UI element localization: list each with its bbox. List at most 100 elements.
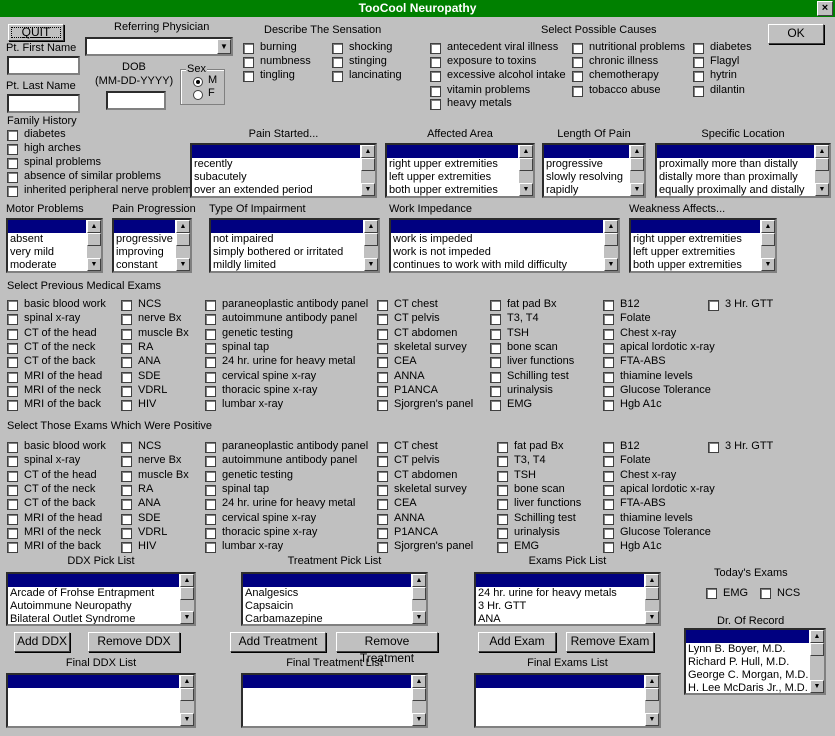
- prev-exam-2-6-checkbox[interactable]: [205, 385, 216, 397]
- last-name-input[interactable]: [7, 94, 80, 113]
- scroll-up-icon[interactable]: ▲: [361, 145, 375, 158]
- pos-exam-2-2-checkbox[interactable]: [205, 470, 216, 482]
- scroll-thumb[interactable]: [604, 233, 618, 246]
- list-item[interactable]: left upper extremities: [387, 171, 518, 184]
- selected-row[interactable]: [686, 630, 809, 643]
- scroll-thumb[interactable]: [645, 688, 659, 701]
- list-item[interactable]: progressive: [114, 233, 175, 246]
- todays-emg-checkbox[interactable]: [706, 588, 717, 599]
- family-3-checkbox[interactable]: [7, 172, 18, 183]
- pos-exam-4-7-checkbox[interactable]: [497, 542, 508, 554]
- prev-exam-0-6-checkbox[interactable]: [7, 385, 18, 397]
- list-item[interactable]: work is impeded: [391, 233, 603, 246]
- selected-row[interactable]: [476, 675, 644, 688]
- list-item[interactable]: Bilateral Outlet Syndrome: [8, 613, 179, 624]
- family-0-checkbox[interactable]: [7, 130, 18, 141]
- prev-exam-5-6-checkbox[interactable]: [603, 385, 614, 397]
- pos-exam-3-0-checkbox[interactable]: [377, 442, 388, 453]
- selected-row[interactable]: [387, 145, 518, 158]
- pos-exam-1-5-checkbox[interactable]: [121, 513, 132, 525]
- prev-exam-0-1-checkbox[interactable]: [7, 314, 18, 326]
- list-item[interactable]: absent: [8, 233, 86, 246]
- final-0-list[interactable]: ▲ ▼: [6, 673, 196, 728]
- prev-exam-1-5-checkbox[interactable]: [121, 371, 132, 383]
- prev-exam-2-1-checkbox[interactable]: [205, 314, 216, 326]
- scroll-up-icon[interactable]: ▲: [761, 220, 775, 233]
- selected-row[interactable]: [114, 220, 175, 233]
- family-4-checkbox[interactable]: [7, 186, 18, 197]
- list-item[interactable]: continues to work with mild difficulty: [391, 259, 603, 271]
- pos-exam-0-2-checkbox[interactable]: [7, 470, 18, 482]
- pick-1-list[interactable]: Analgesics Capsaicin Carbamazepine ▲ ▼: [241, 572, 428, 626]
- scroll-down-icon[interactable]: ▼: [412, 713, 426, 726]
- prev-exam-0-2-checkbox[interactable]: [7, 328, 18, 340]
- pos-exam-4-4-checkbox[interactable]: [497, 499, 508, 511]
- selected-row[interactable]: [8, 675, 179, 688]
- list-item[interactable]: constant: [114, 259, 175, 271]
- selected-row[interactable]: [631, 220, 760, 233]
- pos-exam-5-0-checkbox[interactable]: [603, 442, 614, 453]
- list-item[interactable]: Capsaicin: [243, 600, 411, 613]
- scrollbar[interactable]: ▲ ▼: [604, 220, 618, 271]
- family-1-checkbox[interactable]: [7, 144, 18, 155]
- scroll-thumb[interactable]: [519, 158, 533, 171]
- prev-exam-1-6-checkbox[interactable]: [121, 385, 132, 397]
- sensation-1-checkbox[interactable]: [243, 57, 254, 68]
- pos-exam-4-2-checkbox[interactable]: [497, 470, 508, 482]
- prev-exam-3-4-checkbox[interactable]: [377, 357, 388, 369]
- prev-exam-1-0-checkbox[interactable]: [121, 300, 132, 311]
- selected-row[interactable]: [211, 220, 363, 233]
- add-exam-button[interactable]: Add Exam: [478, 632, 556, 652]
- pos-exam-1-0-checkbox[interactable]: [121, 442, 132, 453]
- prev-exam-3-7-checkbox[interactable]: [377, 400, 388, 412]
- list-item[interactable]: improving: [114, 246, 175, 259]
- list-item[interactable]: left upper extremities: [631, 246, 760, 259]
- list-item[interactable]: Richard P. Hull, M.D.: [686, 656, 809, 669]
- prev-exam-2-7-checkbox[interactable]: [205, 400, 216, 412]
- prev-exam-4-4-checkbox[interactable]: [490, 357, 501, 369]
- prev-exam-5-2-checkbox[interactable]: [603, 328, 614, 340]
- scroll-up-icon[interactable]: ▲: [604, 220, 618, 233]
- sensation-2-checkbox[interactable]: [243, 71, 254, 82]
- prev-exam-3-5-checkbox[interactable]: [377, 371, 388, 383]
- scroll-thumb[interactable]: [761, 233, 775, 246]
- list-item[interactable]: simply bothered or irritated: [211, 246, 363, 259]
- prev-exam-0-7-checkbox[interactable]: [7, 400, 18, 412]
- pos-exam-3-3-checkbox[interactable]: [377, 484, 388, 496]
- prev-exam-5-5-checkbox[interactable]: [603, 371, 614, 383]
- prev-exam-2-2-checkbox[interactable]: [205, 328, 216, 340]
- cause-5-checkbox[interactable]: [572, 43, 583, 54]
- prev-exam-1-4-checkbox[interactable]: [121, 357, 132, 369]
- scroll-down-icon[interactable]: ▼: [630, 183, 644, 196]
- list-item[interactable]: right upper extremities: [631, 233, 760, 246]
- scrollbar[interactable]: ▲ ▼: [645, 574, 659, 624]
- pos-exam-1-3-checkbox[interactable]: [121, 484, 132, 496]
- list-item[interactable]: progressive: [544, 158, 629, 171]
- pick-2-list[interactable]: 24 hr. urine for heavy metals 3 Hr. GTT AN…: [474, 572, 661, 626]
- scroll-thumb[interactable]: [412, 587, 426, 600]
- scrollbar[interactable]: ▲ ▼: [412, 574, 426, 624]
- pos-exam-2-5-checkbox[interactable]: [205, 513, 216, 525]
- prev-exam-4-7-checkbox[interactable]: [490, 400, 501, 412]
- add-ddx-button[interactable]: Add DDX: [14, 632, 70, 652]
- scroll-thumb[interactable]: [645, 587, 659, 600]
- scroll-thumb[interactable]: [815, 158, 829, 171]
- list1-3-list[interactable]: proximally more than distally distally mo…: [655, 143, 831, 198]
- close-button[interactable]: ×: [817, 1, 833, 16]
- scroll-up-icon[interactable]: ▲: [645, 574, 659, 587]
- sensation-3-checkbox[interactable]: [332, 43, 343, 54]
- prev-exam-4-6-checkbox[interactable]: [490, 385, 501, 397]
- scroll-up-icon[interactable]: ▲: [180, 675, 194, 688]
- scroll-up-icon[interactable]: ▲: [815, 145, 829, 158]
- scroll-up-icon[interactable]: ▲: [412, 675, 426, 688]
- list2-4-list[interactable]: right upper extremities left upper extrem…: [629, 218, 777, 273]
- list-item[interactable]: mildly limited: [211, 259, 363, 271]
- pos-exam-2-7-checkbox[interactable]: [205, 542, 216, 554]
- remove-ddx-button[interactable]: Remove DDX: [88, 632, 180, 652]
- selected-row[interactable]: [544, 145, 629, 158]
- pos-exam-1-1-checkbox[interactable]: [121, 456, 132, 468]
- scroll-down-icon[interactable]: ▼: [180, 611, 194, 624]
- list-item[interactable]: not impaired: [211, 233, 363, 246]
- pos-exam-0-0-checkbox[interactable]: [7, 442, 18, 453]
- pos-exam-4-1-checkbox[interactable]: [497, 456, 508, 468]
